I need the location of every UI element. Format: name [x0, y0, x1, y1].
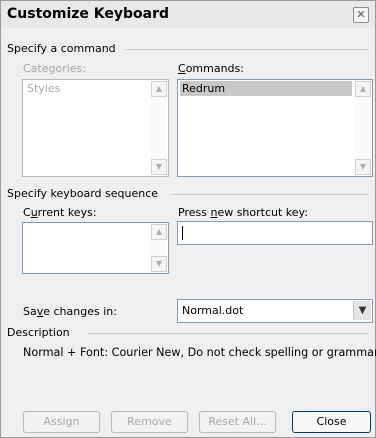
scroll-up-icon[interactable]: ▲	[355, 81, 371, 97]
new-shortcut-input[interactable]	[177, 221, 373, 245]
scroll-down-icon[interactable]: ▼	[151, 159, 167, 175]
commands-listbox[interactable]: Redrum ▲ ▼	[177, 79, 373, 177]
list-item-selected[interactable]: Redrum	[180, 81, 352, 96]
scroll-up-icon[interactable]: ▲	[151, 81, 167, 97]
chevron-down-icon[interactable]: ▼	[353, 301, 371, 320]
save-changes-dropdown[interactable]: Normal.dot ▼	[177, 299, 373, 323]
section-divider	[87, 333, 369, 334]
section-divider	[171, 194, 369, 195]
reset-all-button[interactable]: Reset All...	[199, 411, 276, 433]
save-changes-label: Save changes in:	[23, 305, 117, 318]
categories-listbox[interactable]: Styles ▲ ▼	[22, 79, 169, 177]
scroll-down-icon[interactable]: ▼	[151, 256, 167, 272]
text-caret	[182, 226, 183, 240]
remove-button[interactable]: Remove	[111, 411, 188, 433]
scroll-up-icon[interactable]: ▲	[151, 224, 167, 240]
categories-scrollbar[interactable]: ▲ ▼	[151, 81, 167, 175]
current-keys-scrollbar[interactable]: ▲ ▼	[151, 224, 167, 272]
list-item[interactable]: Styles	[27, 82, 60, 95]
section-divider	[125, 49, 369, 50]
scroll-down-icon[interactable]: ▼	[355, 159, 371, 175]
save-changes-value: Normal.dot	[182, 304, 244, 317]
description-section-label: Description	[7, 326, 70, 339]
commands-scrollbar[interactable]: ▲ ▼	[355, 81, 371, 175]
title-bar: Customize Keyboard ✕	[1, 1, 375, 28]
current-keys-listbox[interactable]: ▲ ▼	[22, 222, 169, 274]
assign-button[interactable]: Assign	[23, 411, 100, 433]
description-text: Normal + Font: Courier New, Do not check…	[23, 346, 376, 359]
current-keys-label: Current keys:	[23, 206, 97, 219]
close-button[interactable]: Close	[292, 411, 371, 433]
close-icon[interactable]: ✕	[353, 7, 369, 23]
categories-label: Categories:	[23, 62, 86, 75]
dialog-title: Customize Keyboard	[7, 6, 170, 22]
commands-label: Commands:	[178, 62, 244, 75]
new-shortcut-label: Press new shortcut key:	[178, 206, 308, 219]
customize-keyboard-dialog: Customize Keyboard ✕ Specify a command C…	[0, 0, 376, 438]
specify-command-section-label: Specify a command	[7, 42, 116, 55]
keyboard-sequence-section-label: Specify keyboard sequence	[7, 187, 159, 200]
